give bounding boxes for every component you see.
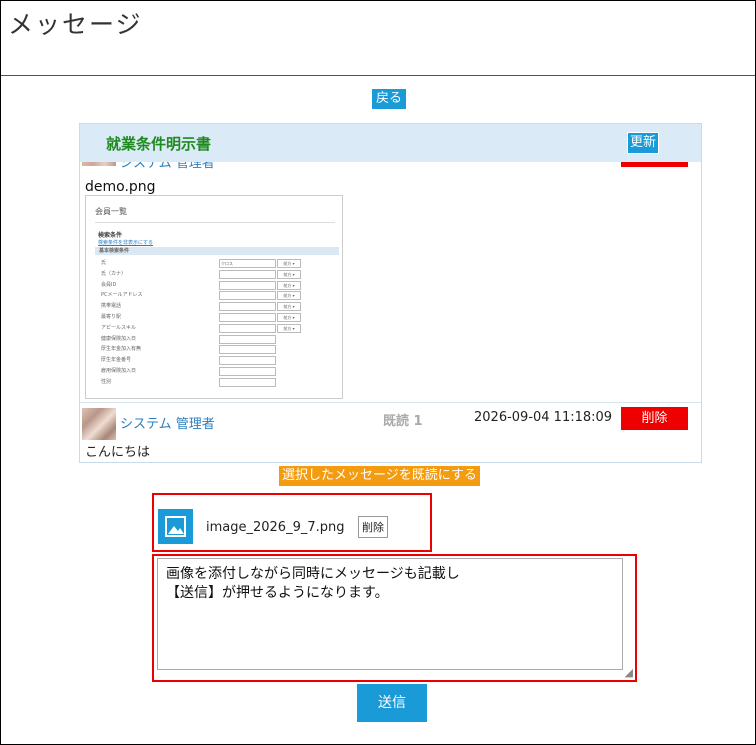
thumb-divider xyxy=(95,222,335,223)
thumb-row-label: 携帯電話 xyxy=(101,303,122,310)
thumb-row-input: クロス xyxy=(219,259,276,268)
send-button[interactable]: 送信 xyxy=(357,684,427,722)
attachment-preview: image_2026_9_7.png 削除 xyxy=(152,493,432,552)
thumb-row-select: 前方 ▾ xyxy=(277,302,301,312)
sender-name[interactable]: システム 管理者 xyxy=(120,162,215,171)
message-timestamp: 2026-09-04 11:18:09 xyxy=(474,410,613,425)
delete-button[interactable]: 削除 xyxy=(621,407,688,430)
refresh-button[interactable]: 更新 xyxy=(627,132,660,154)
page-frame: メッセージ 戻る 就業条件明示書 更新 システム 管理者 demo.png 会員… xyxy=(0,0,756,745)
mark-read-button[interactable]: 選択したメッセージを既読にする xyxy=(279,466,480,486)
avatar xyxy=(82,162,116,166)
thumb-form-row: 最寄り駅 前方 ▾ xyxy=(101,313,331,323)
thumb-row-input xyxy=(219,269,276,279)
message-list[interactable]: システム 管理者 demo.png 会員一覧 検索条件 検索条件を非表示にする … xyxy=(79,162,702,463)
thumb-row-label: 性別 xyxy=(101,378,112,385)
thumb-row-select: 前方 ▾ xyxy=(277,323,301,333)
thumb-row-input xyxy=(219,345,276,355)
thumb-row-input xyxy=(219,334,276,344)
thumb-row-input xyxy=(219,323,276,333)
thumb-row-label: 会員ID xyxy=(101,281,117,288)
thumb-row-select: 前方 ▾ xyxy=(277,313,301,322)
thread-header: 就業条件明示書 更新 xyxy=(79,123,702,163)
thumb-row-select: 前方 ▾ xyxy=(277,259,301,268)
thumb-row-select: 前方 ▾ xyxy=(277,291,301,301)
attachment-thumbnail[interactable]: 会員一覧 検索条件 検索条件を非表示にする 基本検索条件 氏クロス 前方 ▾ 氏（カ… xyxy=(85,195,343,399)
thumb-band: 基本検索条件 xyxy=(95,247,339,255)
thumb-form-row: 性別 xyxy=(101,377,331,388)
thumb-form-row: 氏（カナ） 前方 ▾ xyxy=(101,269,331,280)
thumb-row-label: 最寄り駅 xyxy=(101,314,122,320)
attachment-filename: demo.png xyxy=(85,179,156,195)
thumb-form-row: 氏 クロス 前方 ▾ xyxy=(101,259,331,269)
message-compose-area: 画像を添付しながら同時にメッセージも記載し 【送信】が押せるようになります。 ◢ xyxy=(152,554,637,682)
attachment-filename: image_2026_9_7.png xyxy=(206,520,345,535)
thumb-row-input xyxy=(219,313,276,322)
remove-attachment-button[interactable]: 削除 xyxy=(358,516,388,538)
thumb-form-row: 携帯電話 前方 ▾ xyxy=(101,302,331,312)
thumb-row-label: 雇用保険加入日 xyxy=(101,368,137,374)
thumb-row-input xyxy=(219,377,276,387)
delete-button[interactable] xyxy=(621,162,688,167)
thumb-section: 検索条件 xyxy=(98,232,123,239)
thumb-row-label: PCメールアドレス xyxy=(101,292,143,299)
thumb-title: 会員一覧 xyxy=(95,207,127,216)
thumb-form-row: 健康保険加入日 xyxy=(101,334,331,345)
thumb-row-label: 氏 xyxy=(101,260,107,266)
thumb-row-label: アピールスキル xyxy=(101,324,137,331)
thumb-row-label: 健康保険加入日 xyxy=(101,335,137,342)
thumb-form-row: 会員ID 前方 ▾ xyxy=(101,280,331,291)
thumb-row-input xyxy=(219,367,276,376)
thumb-row-label: 厚生年金番号 xyxy=(101,357,132,364)
thumb-row-label: 厚生年金加入有無 xyxy=(101,346,142,353)
read-status: 既読 1 xyxy=(383,414,423,429)
thumb-form-row: 厚生年金番号 xyxy=(101,356,331,366)
message-body: こんにちは xyxy=(85,445,151,460)
thumb-row-input xyxy=(219,291,276,301)
thumb-form-row: 雇用保険加入日 xyxy=(101,367,331,377)
thumb-form-row: アピールスキル 前方 ▾ xyxy=(101,323,331,334)
page-title: メッセージ xyxy=(8,10,143,39)
thumb-form-row: 厚生年金加入有無 xyxy=(101,345,331,355)
thumb-row-label: 氏（カナ） xyxy=(101,270,127,277)
thread-title: 就業条件明示書 xyxy=(106,135,212,153)
message-divider xyxy=(80,402,701,403)
thumb-row-select: 前方 ▾ xyxy=(277,269,301,279)
thumb-link: 検索条件を非表示にする xyxy=(98,240,154,246)
resize-handle-icon[interactable]: ◢ xyxy=(625,667,633,678)
back-button[interactable]: 戻る xyxy=(372,89,407,109)
title-divider xyxy=(1,75,755,76)
thumb-row-input xyxy=(219,302,276,312)
thumb-form-row: PCメールアドレス 前方 ▾ xyxy=(101,291,331,301)
thumb-row-input xyxy=(219,280,276,290)
sender-name[interactable]: システム 管理者 xyxy=(120,413,215,432)
thumb-row-select: 前方 ▾ xyxy=(277,280,301,290)
image-icon xyxy=(158,509,193,544)
avatar xyxy=(82,408,116,440)
thumb-row-input xyxy=(219,356,276,366)
message-textarea[interactable]: 画像を添付しながら同時にメッセージも記載し 【送信】が押せるようになります。 xyxy=(157,558,623,670)
